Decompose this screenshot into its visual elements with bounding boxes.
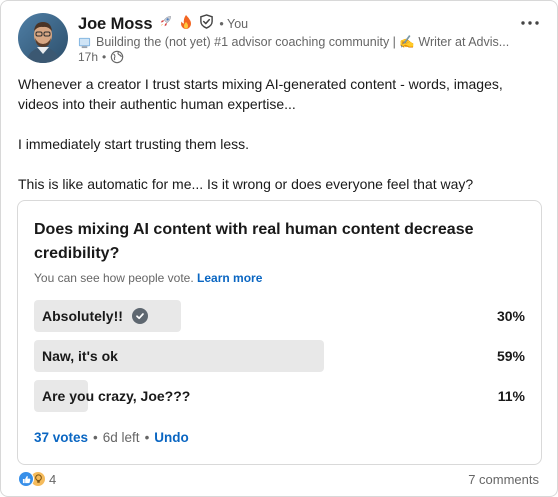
- author-avatar[interactable]: [18, 13, 68, 63]
- poll-footer: 37 votes • 6d left • Undo: [34, 430, 189, 445]
- undo-vote-button[interactable]: Undo: [154, 430, 189, 445]
- poll-time-left: 6d left: [102, 430, 140, 445]
- author-headline-text: Building the (not yet) #1 advisor coachi…: [96, 35, 510, 49]
- post-meta: 17h •: [78, 50, 124, 64]
- post-paragraph: Whenever a creator I trust starts mixing…: [18, 76, 503, 112]
- poll-note-text: You can see how people vote.: [34, 271, 194, 285]
- building-emoji-icon: [78, 36, 91, 49]
- author-name-row: Joe Moss • You: [78, 14, 248, 34]
- poll-option-label: Absolutely!!: [42, 308, 123, 324]
- rocket-icon: [158, 14, 173, 34]
- poll-option[interactable]: Are you crazy, Joe??? 11%: [34, 380, 525, 412]
- poll-votes-link[interactable]: 37 votes: [34, 430, 88, 445]
- poll-option[interactable]: Naw, it's ok 59%: [34, 340, 525, 372]
- poll-option-label: Naw, it's ok: [42, 348, 118, 364]
- post-time[interactable]: 17h: [78, 50, 98, 64]
- reactions-summary[interactable]: 4: [18, 471, 56, 487]
- like-reaction-icon: [18, 471, 34, 487]
- fire-icon: [179, 14, 193, 35]
- post-paragraph: I immediately start trusting them less.: [18, 136, 250, 152]
- post-paragraph: This is like automatic for me... Is it w…: [18, 176, 474, 192]
- you-indicator: • You: [219, 17, 249, 31]
- poll-question: Does mixing AI content with real human c…: [34, 221, 474, 262]
- meta-separator: •: [102, 50, 107, 64]
- author-name[interactable]: Joe Moss: [78, 15, 153, 34]
- feed-post-card: Joe Moss • You Building the (not yet) #1…: [0, 0, 558, 497]
- poll-card: Does mixing AI content with real human c…: [17, 200, 542, 465]
- poll-option[interactable]: Absolutely!! 30%: [34, 300, 525, 332]
- poll-option-label: Are you crazy, Joe???: [42, 388, 191, 404]
- author-headline[interactable]: Building the (not yet) #1 advisor coachi…: [78, 35, 518, 50]
- poll-option-label-wrap: Naw, it's ok: [42, 340, 118, 372]
- poll-option-label-wrap: Absolutely!!: [42, 300, 148, 332]
- poll-option-percent: 30%: [496, 308, 525, 324]
- learn-more-link[interactable]: Learn more: [197, 271, 262, 285]
- check-circle-icon: [131, 308, 148, 324]
- comments-count-link[interactable]: 7 comments: [468, 472, 539, 487]
- you-label: You: [227, 17, 249, 31]
- shield-check-icon[interactable]: [199, 14, 214, 34]
- post-body: Whenever a creator I trust starts mixing…: [18, 74, 538, 194]
- globe-icon: [110, 50, 124, 64]
- ellipsis-icon: [521, 9, 539, 30]
- reaction-count: 4: [49, 471, 57, 487]
- poll-visibility-note: You can see how people vote. Learn more: [34, 271, 262, 285]
- poll-option-label-wrap: Are you crazy, Joe???: [42, 380, 190, 412]
- footer-separator: •: [93, 430, 98, 445]
- poll-option-percent: 11%: [497, 388, 525, 404]
- footer-separator: •: [144, 430, 150, 445]
- poll-option-percent: 59%: [496, 348, 525, 364]
- more-options-button[interactable]: [518, 9, 542, 29]
